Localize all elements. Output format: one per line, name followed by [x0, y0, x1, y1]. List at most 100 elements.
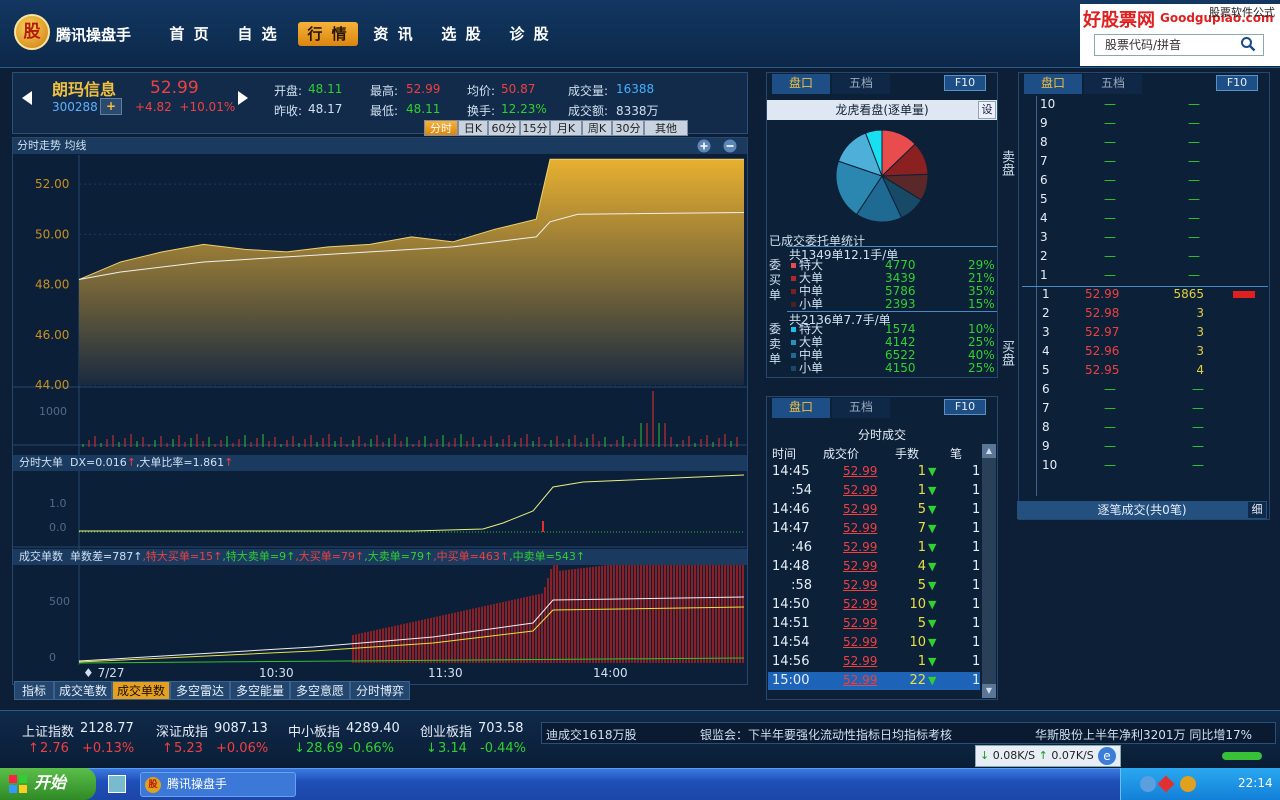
down-arrow-icon: ▼ — [928, 560, 937, 573]
quicklaunch-icon[interactable] — [108, 775, 126, 793]
indicator-tab-4[interactable]: 多空能量 — [230, 681, 290, 700]
trade-price: 52.99 — [843, 597, 878, 611]
period-1[interactable]: 日K — [458, 120, 488, 136]
clock: 22:14 — [1238, 776, 1273, 790]
indicator-tab-3[interactable]: 多空雷达 — [170, 681, 230, 700]
sell-label: 委卖单 — [769, 322, 782, 366]
trade-count: 1 — [972, 540, 981, 555]
buy-volume: — — [1192, 420, 1204, 434]
big-order-title: 分时大单 — [19, 456, 63, 469]
stat-label: 小单 — [799, 297, 824, 311]
trade-time: 14:51 — [772, 616, 810, 631]
ob-f10-button[interactable]: F10 — [1216, 75, 1258, 91]
windows-icon — [9, 775, 27, 793]
trades-scrollbar[interactable] — [982, 444, 996, 698]
ticker-c[interactable]: 华斯股份上半年净利3201万 同比增17% — [1035, 726, 1252, 743]
trade-count: 1 — [972, 464, 981, 479]
ticker-b[interactable]: 银监会：下半年要强化流动性指标日均指标考核 — [700, 726, 952, 743]
indicator-tab-0[interactable]: 指标 — [14, 681, 54, 700]
quote-value-5: 48.11 — [406, 102, 441, 116]
index-name[interactable]: 中小板指 — [288, 721, 340, 740]
detail-button[interactable]: 细 — [1248, 502, 1266, 518]
sell-price: — — [1104, 97, 1116, 111]
tray-app-icon[interactable] — [1180, 776, 1196, 792]
sell-price: — — [1104, 230, 1116, 244]
stat-pct: 15% — [968, 297, 995, 311]
sell-volume: — — [1188, 249, 1200, 263]
nav-item-3[interactable]: 资 讯 — [364, 22, 424, 46]
sell-price: — — [1104, 192, 1116, 206]
trade-volume: 5 — [917, 578, 926, 593]
nav-item-5[interactable]: 诊 股 — [500, 22, 560, 46]
trades-f10-button[interactable]: F10 — [944, 399, 986, 415]
trade-time: 14:48 — [772, 559, 810, 574]
f10-button[interactable]: F10 — [944, 75, 986, 91]
period-0[interactable]: 分时 — [424, 120, 458, 136]
buy-level: 1 — [1042, 287, 1050, 301]
taskbar-app[interactable]: 腾讯操盘手 — [140, 772, 296, 797]
nav-item-1[interactable]: 自 选 — [228, 22, 288, 46]
zoom-in-icon[interactable] — [697, 139, 711, 153]
trade-time: 14:47 — [772, 521, 810, 536]
buy-volume: 3 — [1196, 344, 1204, 358]
buy-volume: — — [1192, 439, 1204, 453]
indicator-tab-1[interactable]: 成交笔数 — [54, 681, 112, 700]
zoom-out-icon[interactable] — [723, 139, 737, 153]
period-7[interactable]: 其他 — [644, 120, 688, 136]
buy-level: 10 — [1042, 458, 1058, 472]
period-2[interactable]: 60分 — [488, 120, 520, 136]
settings-button[interactable]: 设 — [978, 101, 996, 119]
brand-tag: 股票软件公式 — [1209, 6, 1275, 19]
index-name[interactable]: 创业板指 — [420, 721, 472, 740]
index-value: 4289.40 — [346, 721, 400, 736]
indicator-tab-2[interactable]: 成交单数 — [112, 681, 170, 700]
trades-title: 分时成交 — [857, 428, 906, 442]
count-stat-1: ,特大买单=15 — [142, 550, 214, 563]
index-name[interactable]: 上证指数 — [22, 721, 74, 740]
quote-label-5: 最低: — [370, 104, 399, 118]
search-icon[interactable] — [1240, 36, 1256, 52]
trade-count: 1 — [972, 673, 981, 688]
nav-item-0[interactable]: 首 页 — [160, 22, 220, 46]
period-6[interactable]: 30分 — [612, 120, 644, 136]
tab-trades-five[interactable]: 五档 — [832, 398, 890, 418]
sell-volume: — — [1188, 173, 1200, 187]
tab-five-levels[interactable]: 五档 — [832, 74, 890, 94]
scroll-up-icon[interactable]: ▲ — [982, 444, 996, 458]
nav-item-4[interactable]: 选 股 — [432, 22, 492, 46]
quote-value-7: 8338万 — [616, 104, 659, 118]
index-value: 9087.13 — [214, 721, 268, 736]
indicator-tab-6[interactable]: 分时博弈 — [350, 681, 410, 700]
buy-price: 52.99 — [1085, 287, 1120, 301]
ie-icon[interactable]: e — [1098, 747, 1116, 765]
tab-pankou[interactable]: 盘口 — [772, 74, 830, 94]
sell-side-label: 卖盘 — [999, 150, 1014, 176]
sell-level: 9 — [1040, 116, 1048, 130]
trades-header-2: 手数 — [895, 447, 920, 461]
sell-price: — — [1104, 249, 1116, 263]
nav-item-2[interactable]: 行 情 — [298, 22, 358, 46]
tab-ob-pankou[interactable]: 盘口 — [1024, 74, 1082, 94]
down-arrow-icon: ↓ — [294, 741, 305, 756]
search-input[interactable]: 股票代码/拼音 — [1094, 34, 1264, 56]
period-5[interactable]: 周K — [582, 120, 612, 136]
period-4[interactable]: 月K — [550, 120, 582, 136]
tab-ob-five[interactable]: 五档 — [1084, 74, 1142, 94]
trade-time: :54 — [791, 483, 812, 498]
trade-count: 1 — [972, 521, 981, 536]
next-stock-icon[interactable] — [236, 90, 250, 106]
buy-price: — — [1104, 401, 1116, 415]
prev-stock-icon[interactable] — [20, 90, 34, 106]
dx-line — [79, 474, 745, 532]
tray-icon[interactable] — [1140, 776, 1156, 792]
down-arrow-icon: ↓ — [426, 741, 437, 756]
index-name[interactable]: 深证成指 — [156, 721, 208, 740]
count-stat-4: ,大卖单=79 — [364, 550, 424, 563]
quote-value-1: 52.99 — [406, 82, 441, 96]
tab-trades-pankou[interactable]: 盘口 — [772, 398, 830, 418]
indicator-tab-5[interactable]: 多空意愿 — [290, 681, 350, 700]
period-3[interactable]: 15分 — [520, 120, 550, 136]
add-watchlist-button[interactable]: + — [100, 98, 122, 115]
buy-side-label: 买盘 — [999, 340, 1014, 366]
scroll-down-icon[interactable]: ▼ — [982, 684, 996, 698]
